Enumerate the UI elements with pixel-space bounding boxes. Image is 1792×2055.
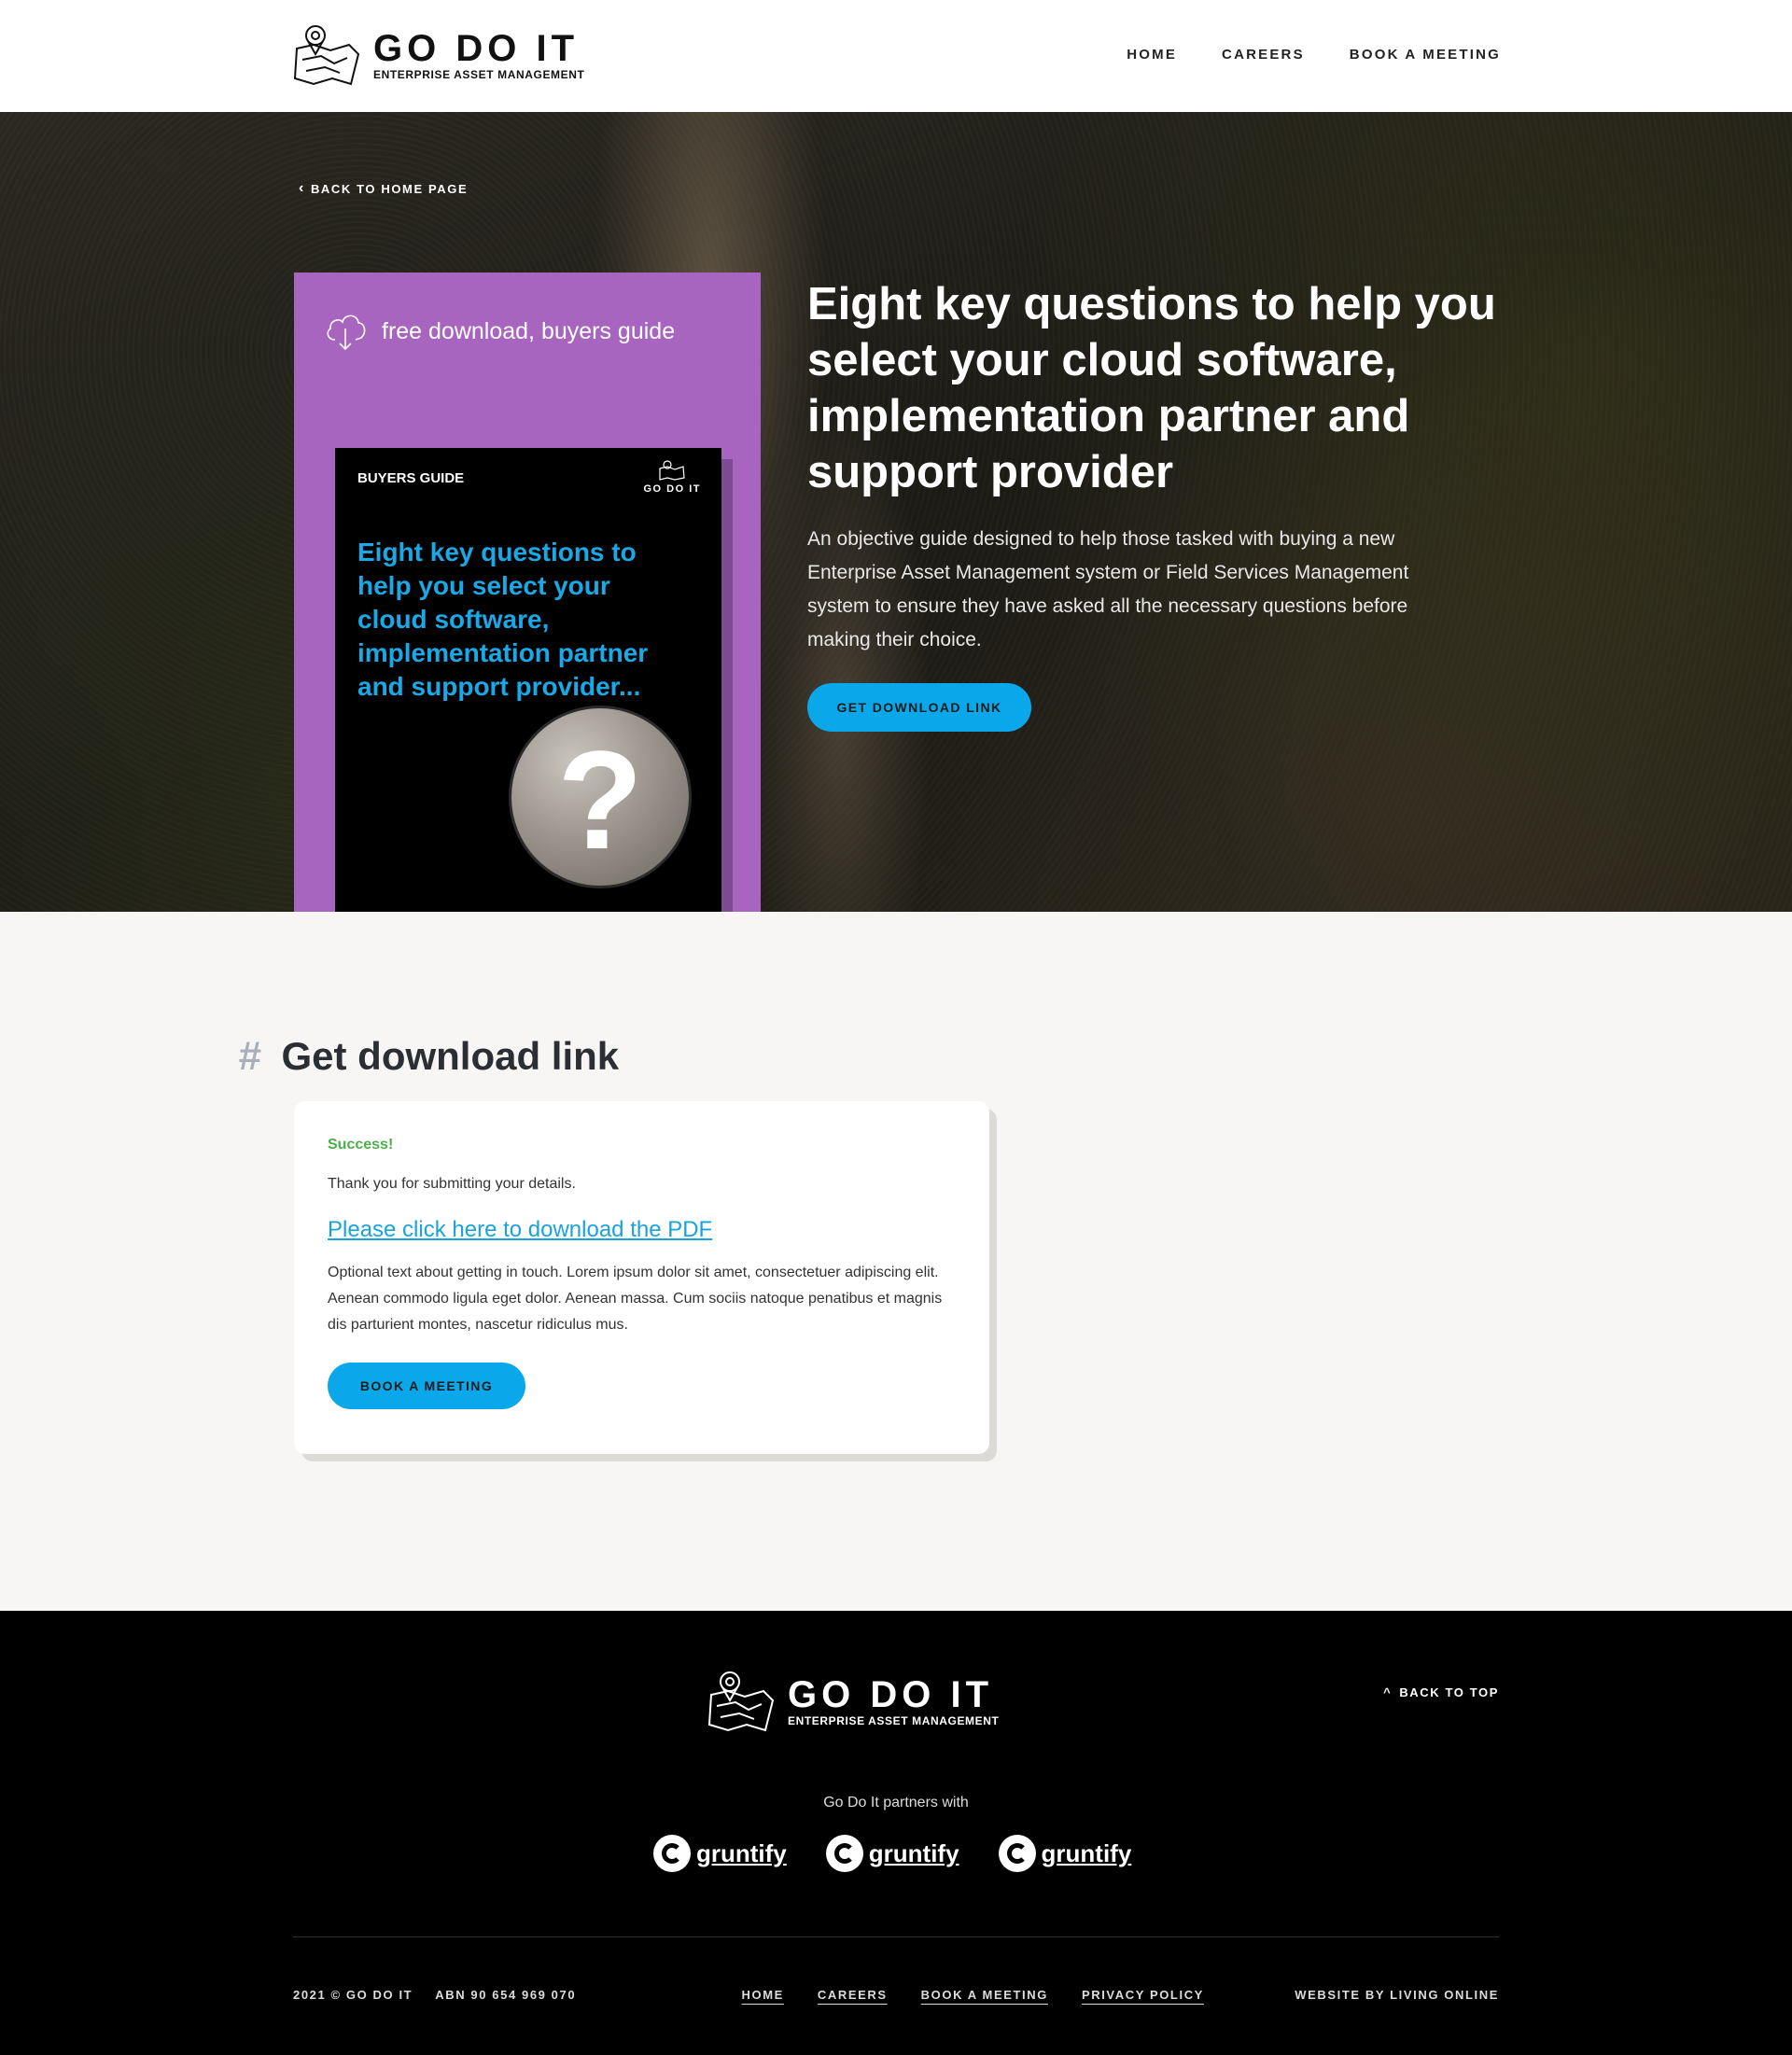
section-title: Get download link: [281, 1034, 620, 1078]
logo-title: GO DO IT: [373, 28, 579, 69]
footer-nav-privacy-policy[interactable]: PRIVACY POLICY: [1082, 1988, 1204, 2002]
book-logo-text: GO DO IT: [643, 483, 701, 495]
get-download-link-button[interactable]: GET DOWNLOAD LINK: [807, 683, 1031, 732]
partner-logo[interactable]: gruntify: [825, 1835, 959, 1872]
partner-name: gruntify: [696, 1838, 787, 1867]
site-header: GO DO IT ENTERPRISE ASSET MANAGEMENT HOM…: [0, 0, 1792, 112]
optional-text: Optional text about getting in touch. Lo…: [328, 1265, 943, 1333]
book-label: BUYERS GUIDE: [357, 470, 465, 486]
gruntify-icon: [653, 1835, 691, 1872]
gruntify-icon: [998, 1835, 1036, 1872]
nav-careers[interactable]: CAREERS: [1222, 47, 1305, 63]
logo-subtitle: ENTERPRISE ASSET MANAGEMENT: [373, 68, 585, 81]
footer-logo-title: GO DO IT: [788, 1674, 993, 1715]
footer-logo-subtitle: ENTERPRISE ASSET MANAGEMENT: [788, 1714, 1000, 1727]
book-logo: GO DO IT: [644, 459, 702, 495]
footer-nav-careers[interactable]: CAREERS: [818, 1988, 888, 2002]
footer-nav: HOME CAREERS BOOK A MEETING PRIVACY POLI…: [742, 1988, 1204, 2002]
partner-logo[interactable]: gruntify: [998, 1835, 1132, 1872]
question-mark-image: ?: [509, 706, 692, 888]
map-pin-logo-icon: [707, 1671, 775, 1732]
nav-book-meeting[interactable]: BOOK A MEETING: [1350, 47, 1501, 63]
partner-logo[interactable]: gruntify: [653, 1835, 787, 1872]
partner-name: gruntify: [1041, 1838, 1132, 1867]
footer-divider: [293, 1936, 1499, 1937]
back-to-top-link[interactable]: ^ BACK TO TOP: [1383, 1685, 1499, 1699]
footer-logo[interactable]: GO DO IT ENTERPRISE ASSET MANAGEMENT: [707, 1669, 999, 1734]
nav-home[interactable]: HOME: [1127, 47, 1177, 63]
partners-list: gruntify gruntify gruntify: [653, 1835, 1131, 1872]
abn: ABN 90 654 969 070: [435, 1988, 577, 2002]
hero-title: Eight key questions to help you select y…: [807, 279, 1496, 497]
back-to-top-label: BACK TO TOP: [1399, 1685, 1499, 1699]
book-meeting-button[interactable]: BOOK A MEETING: [328, 1363, 525, 1409]
hero-description: An objective guide designed to help thos…: [807, 528, 1409, 650]
back-to-home-link[interactable]: ‹ BACK TO HOME PAGE: [299, 181, 468, 196]
partner-name: gruntify: [868, 1838, 959, 1867]
download-section: # Get download link Success! Thank you f…: [0, 912, 1792, 1611]
hero: ‹ BACK TO HOME PAGE free download, buyer…: [0, 112, 1792, 912]
cloud-download-icon: [327, 315, 366, 351]
footer-nav-home[interactable]: HOME: [742, 1988, 784, 2002]
footer-nav-book-meeting[interactable]: BOOK A MEETING: [921, 1988, 1048, 2002]
website-credit[interactable]: WEBSITE BY LIVING ONLINE: [1295, 1988, 1499, 2002]
header-logo[interactable]: GO DO IT ENTERPRISE ASSET MANAGEMENT: [293, 22, 584, 88]
gruntify-icon: [825, 1835, 863, 1872]
map-pin-logo-icon: [659, 460, 685, 481]
thanks-message: Thank you for submitting your details.: [328, 1176, 576, 1192]
success-message: Success!: [328, 1137, 394, 1153]
section-heading: # Get download link: [238, 1033, 619, 1080]
guide-tag-label: free download, buyers guide: [382, 317, 676, 344]
book-title: Eight key questions to help you select y…: [357, 538, 649, 701]
main-nav: HOME CAREERS BOOK A MEETING: [1127, 47, 1501, 63]
map-pin-logo-icon: [293, 25, 360, 86]
success-card: Success! Thank you for submitting your d…: [294, 1101, 989, 1454]
buyers-guide-cover: BUYERS GUIDE GO DO IT Eight key question…: [335, 448, 721, 912]
partners-label: Go Do It partners with: [823, 1795, 969, 1810]
chevron-up-icon: ^: [1383, 1685, 1393, 1699]
hash-icon: #: [238, 1033, 261, 1079]
footer-legal: 2021 © GO DO IT ABN 90 654 969 070: [293, 1988, 576, 2002]
download-pdf-link[interactable]: Please click here to download the PDF: [328, 1217, 712, 1243]
footer-bottom: 2021 © GO DO IT ABN 90 654 969 070 HOME …: [293, 1988, 1499, 2002]
guide-panel: free download, buyers guide BUYERS GUIDE…: [294, 273, 761, 912]
back-link-label: BACK TO HOME PAGE: [310, 181, 469, 196]
question-mark-glyph: ?: [557, 721, 643, 878]
site-footer: GO DO IT ENTERPRISE ASSET MANAGEMENT ^ B…: [0, 1611, 1792, 2055]
guide-tag: free download, buyers guide: [322, 308, 675, 355]
chevron-left-icon: ‹: [299, 180, 305, 196]
copyright: 2021 © GO DO IT: [293, 1988, 413, 2002]
